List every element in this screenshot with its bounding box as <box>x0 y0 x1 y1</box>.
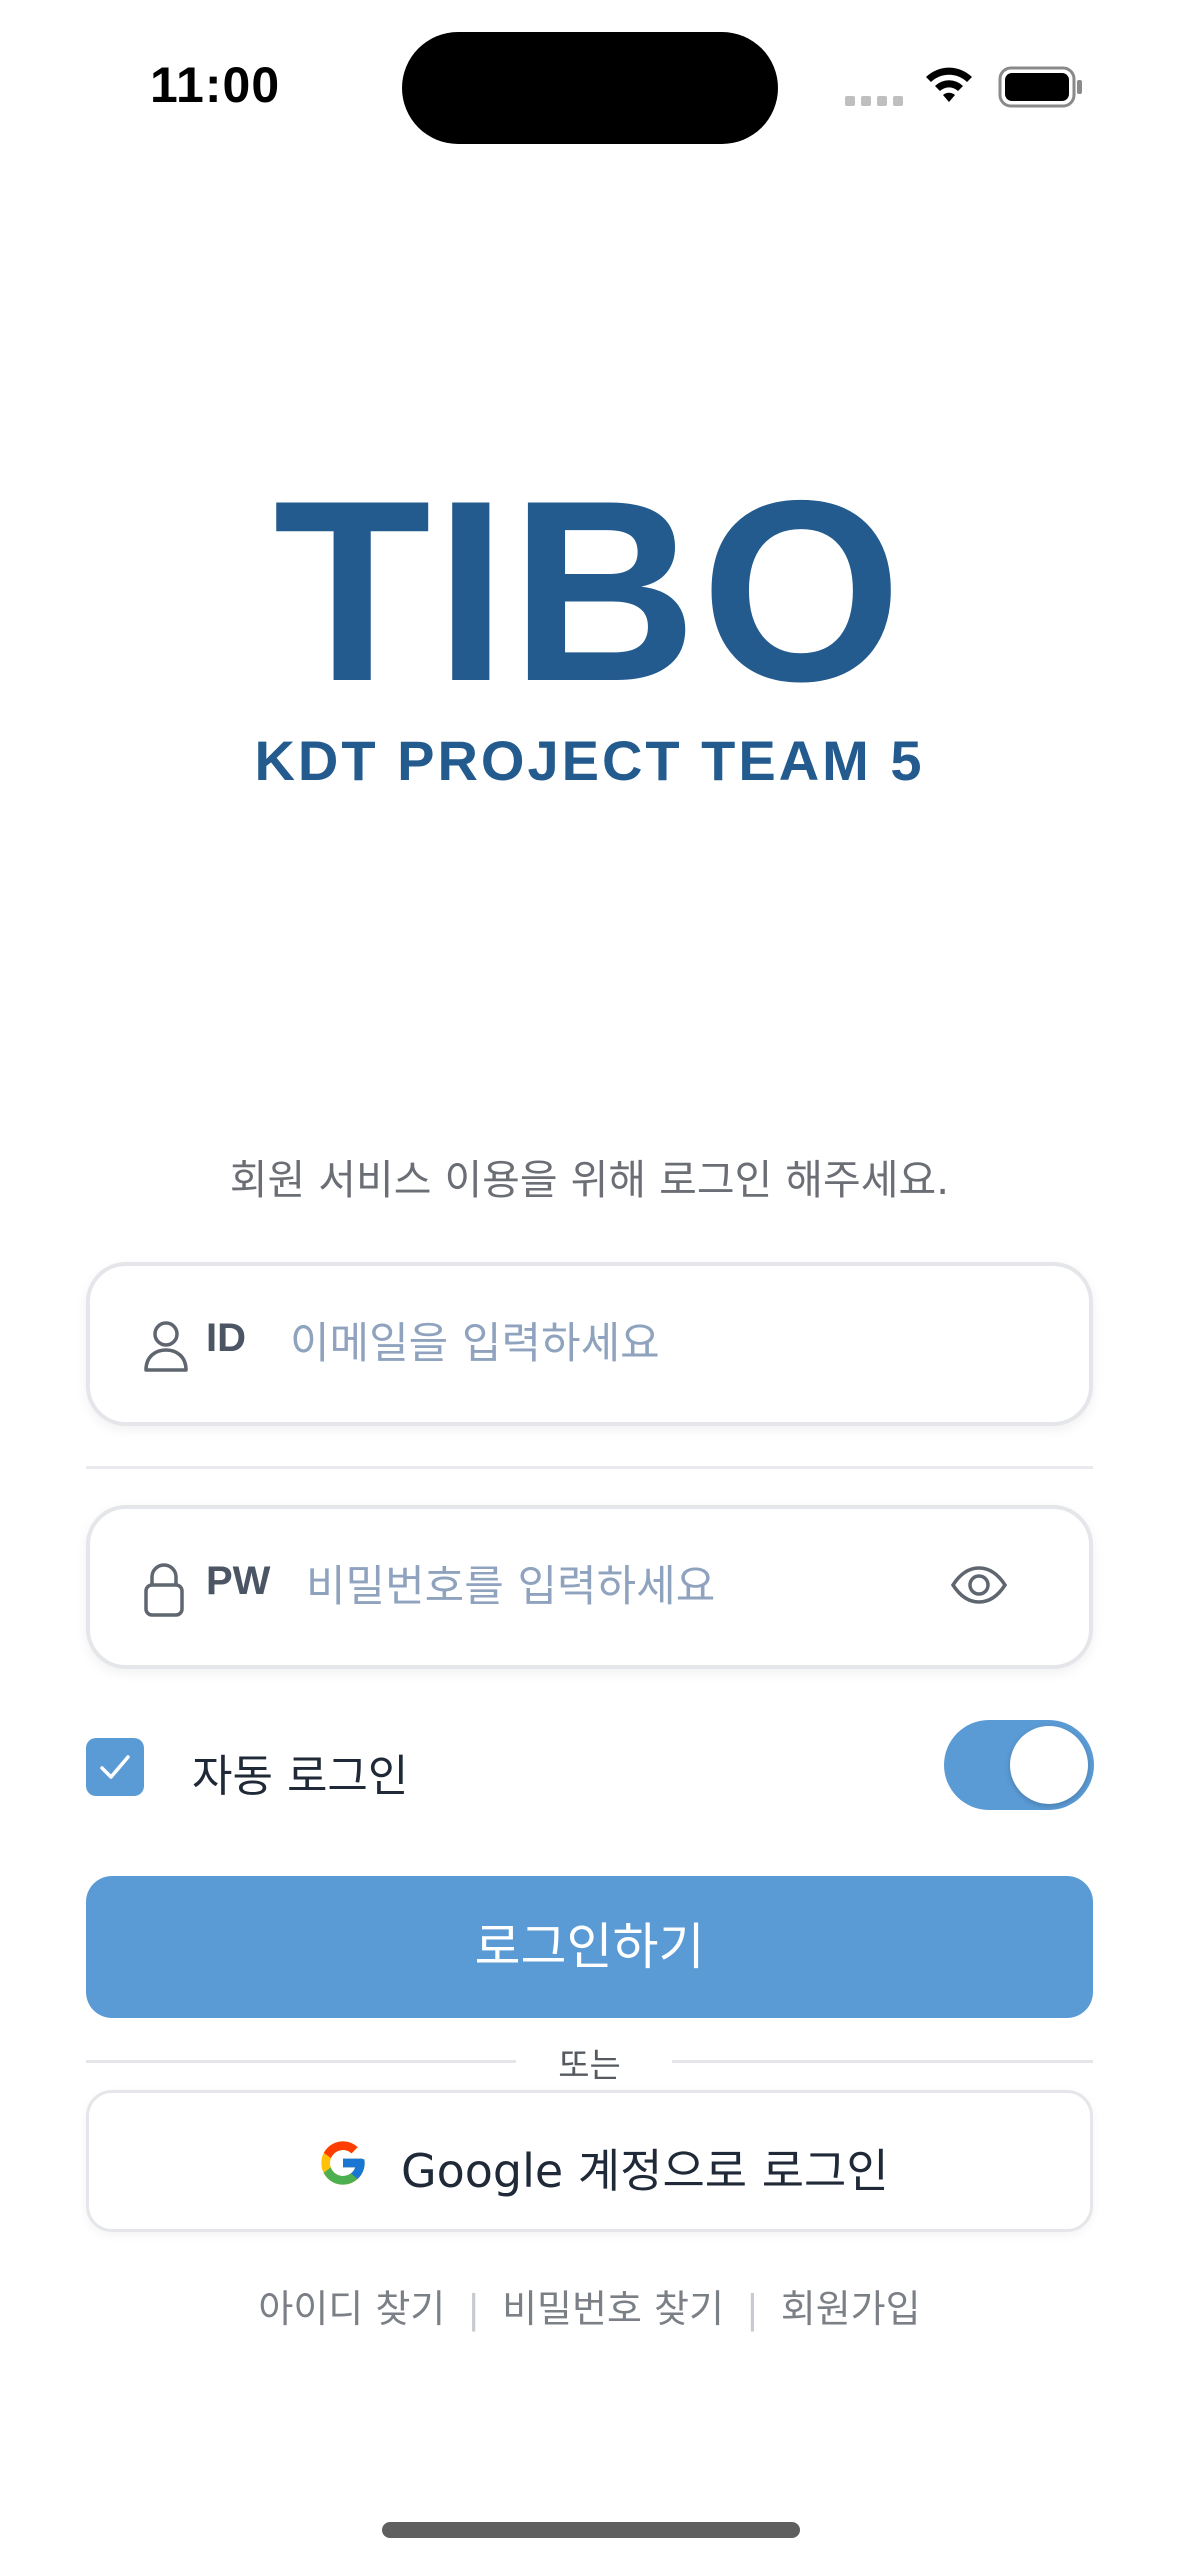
status-time: 11:00 <box>150 57 281 113</box>
footer-links: 아이디 찾기 | 비밀번호 찾기 | 회원가입 <box>0 2278 1179 2333</box>
battery-icon <box>998 66 1082 108</box>
login-screen: 11:00 TIBO KDT PROJECT TEAM 5 회원 서비스 이용을… <box>0 0 1179 2556</box>
pw-label: PW <box>206 1559 271 1603</box>
google-login-label: Google 계정으로 로그인 <box>401 2144 889 2198</box>
check-icon <box>100 1755 130 1779</box>
cellular-signal-icon <box>845 96 905 106</box>
find-id-link[interactable]: 아이디 찾기 <box>258 2287 445 2331</box>
signup-link[interactable]: 회원가입 <box>781 2287 921 2331</box>
id-field-card[interactable]: ID <box>86 1262 1093 1426</box>
google-icon <box>321 2141 365 2185</box>
email-input[interactable] <box>290 1306 1050 1382</box>
find-password-link[interactable]: 비밀번호 찾기 <box>502 2287 724 2331</box>
wifi-icon <box>926 67 972 102</box>
login-button[interactable]: 로그인하기 <box>86 1876 1093 2018</box>
auto-login-label: 자동 로그인 <box>192 1751 409 1802</box>
user-icon <box>144 1321 188 1372</box>
app-logo: TIBO <box>273 446 906 735</box>
lock-icon <box>144 1563 184 1617</box>
field-divider <box>86 1466 1093 1469</box>
app-subtitle: KDT PROJECT TEAM 5 <box>254 729 925 792</box>
dynamic-island <box>402 32 778 144</box>
login-prompt: 회원 서비스 이용을 위해 로그인 해주세요. <box>229 1156 950 1204</box>
or-label: 또는 <box>558 2046 621 2086</box>
pw-field-card[interactable]: PW <box>86 1505 1093 1669</box>
auto-login-toggle[interactable] <box>944 1720 1094 1810</box>
link-separator: | <box>745 2287 759 2331</box>
auto-login-checkbox[interactable] <box>86 1738 144 1796</box>
id-label: ID <box>206 1316 246 1360</box>
google-login-button[interactable]: Google 계정으로 로그인 <box>86 2090 1093 2232</box>
toggle-knob <box>1010 1726 1088 1804</box>
eye-icon[interactable] <box>950 1565 1008 1605</box>
password-input[interactable] <box>306 1549 906 1625</box>
link-separator: | <box>467 2287 481 2331</box>
home-indicator[interactable] <box>382 2522 800 2538</box>
